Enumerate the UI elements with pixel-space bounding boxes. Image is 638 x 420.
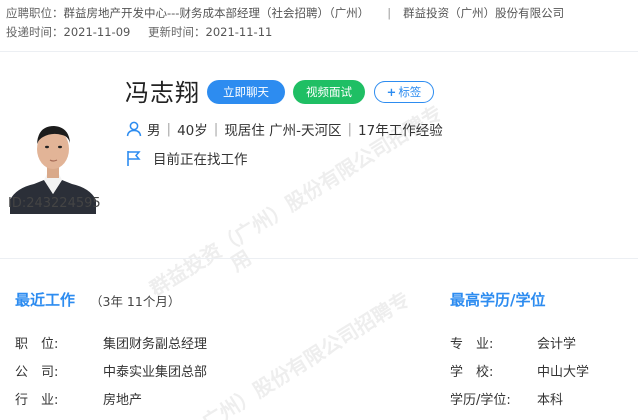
candidate-name: 冯志翔 [125, 79, 200, 107]
work-field-position: 职 位: 集团财务副总经理 [15, 333, 207, 352]
candidate-age: 40岁 [177, 123, 208, 139]
field-label: 职 位: [15, 337, 59, 352]
edu-field-major: 专 业: 会计学 [450, 333, 576, 352]
application-position-row: 应聘职位：群益房地产开发中心---财务成本部经理（社会招聘）（广州） | 群益投资（… [6, 4, 632, 23]
updated-value: 2021-11-11 [205, 25, 273, 39]
avatar [10, 116, 96, 214]
separator: | [213, 121, 219, 137]
job-status-row: 目前正在找工作 [125, 148, 248, 168]
plus-icon: + [386, 85, 397, 99]
candidate-photo [10, 89, 96, 241]
field-label: 公 司: [15, 365, 59, 380]
watermark: 广州）股份有限公司招聘专 [197, 287, 414, 420]
education-title: 最高学历/学位 [450, 291, 546, 309]
field-value: 中泰实业集团总部 [103, 365, 208, 380]
field-value: 会计学 [537, 337, 577, 352]
field-value: 中山大学 [537, 365, 590, 380]
delivered-value: 2021-11-09 [63, 25, 131, 39]
candidate-id: ID:243224595 [8, 196, 101, 211]
candidate-residence: 广州-天河区 [269, 123, 342, 139]
candidate-gender: 男 [147, 123, 161, 139]
updated-label: 更新时间： [148, 25, 206, 39]
field-label: 行 业: [15, 393, 59, 408]
flag-icon [127, 151, 141, 166]
application-header: 应聘职位：群益房地产开发中心---财务成本部经理（社会招聘）（广州） | 群益投资（… [0, 0, 638, 52]
candidate-experience: 17年工作经验 [358, 123, 443, 139]
video-interview-button[interactable]: 视频面试 [293, 80, 365, 104]
field-value: 本科 [537, 393, 564, 408]
chat-now-button[interactable]: 立即聊天 [207, 80, 285, 104]
recent-work-title: 最近工作 [15, 291, 76, 309]
field-label: 专 业: [450, 337, 494, 352]
work-field-industry: 行 业: 房地产 [15, 389, 142, 408]
tag-label: 标签 [398, 85, 422, 99]
candidate-profile: ID:243224595 冯志翔 立即聊天 视频面试 + 标签 男 | 40岁 |… [0, 53, 638, 258]
separator: | [347, 121, 353, 137]
work-field-company: 公 司: 中泰实业集团总部 [15, 361, 207, 380]
position-label: 应聘职位： [6, 6, 64, 20]
edu-field-degree: 学历/学位: 本科 [450, 389, 563, 408]
person-icon [126, 121, 142, 137]
candidate-basic-info: 男 | 40岁 | 现居住 广州-天河区 | 17年工作经验 [125, 119, 443, 139]
delivered-label: 投递时间： [6, 25, 64, 39]
job-status: 目前正在找工作 [153, 152, 248, 168]
separator: | [387, 6, 392, 20]
field-label: 学历/学位: [450, 393, 511, 408]
field-value: 集团财务副总经理 [103, 337, 208, 352]
edu-field-school: 学 校: 中山大学 [450, 361, 589, 380]
work-duration: （3年 11个月） [90, 294, 181, 309]
position-value: 群益房地产开发中心---财务成本部经理（社会招聘）（广州） [63, 6, 370, 20]
field-label: 学 校: [450, 365, 494, 380]
company-name: 群益投资（广州）股份有限公司 [403, 6, 565, 20]
residence-label: 现居住 [224, 123, 265, 139]
add-tag-button[interactable]: + 标签 [374, 81, 434, 103]
separator: | [166, 121, 172, 137]
divider [0, 258, 638, 259]
application-time-row: 投递时间：2021-11-09 更新时间：2021-11-11 [6, 23, 632, 42]
field-value: 房地产 [103, 393, 143, 408]
